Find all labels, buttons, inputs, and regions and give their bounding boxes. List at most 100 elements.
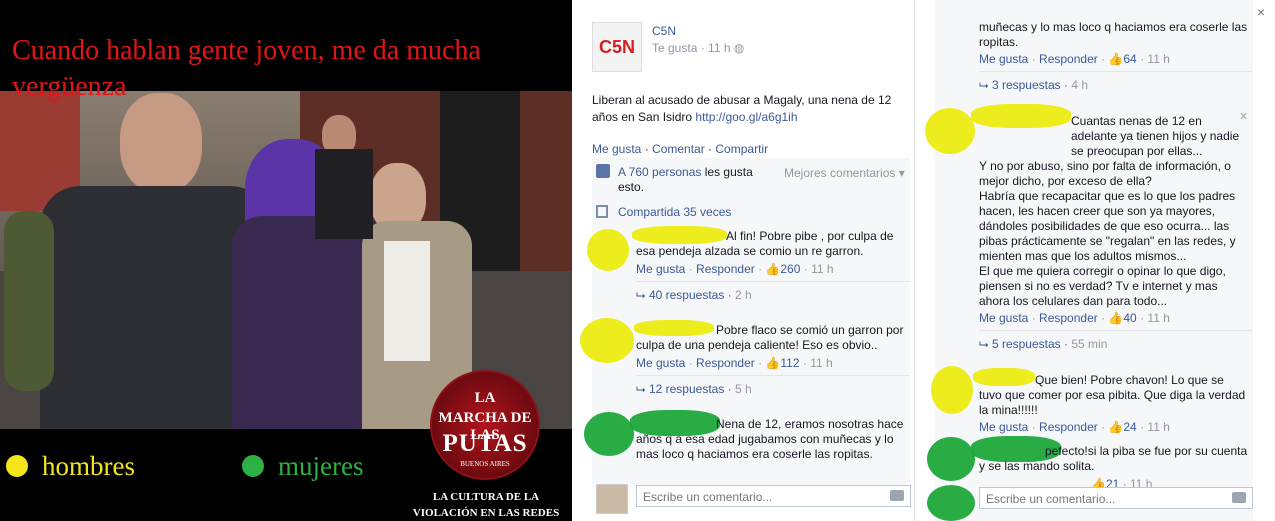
comment-reply-button[interactable]: Responder	[1039, 52, 1098, 66]
legend-mujeres-label: mujeres	[278, 451, 364, 481]
comment-text: Al fin! Pobre pibe , por culpa de esa pe…	[636, 229, 906, 259]
comment-time[interactable]: 11 h	[810, 356, 832, 370]
comment-text: Cuantas nenas de 12 en adelante ya tiene…	[979, 114, 1249, 309]
comment-actions: Me gusta · Responder · 👍64 · 11 h	[979, 52, 1170, 66]
marcha-logo: LA MARCHA DE LAS PUTAS BUENOS AIRES	[430, 370, 540, 480]
comment-body-4: El que me quiera corregir o opinar lo qu…	[979, 264, 1226, 308]
yellow-censor-blob	[580, 318, 634, 363]
comment-reply-button[interactable]: Responder	[696, 356, 755, 370]
comments-panel: × muñecas y lo mas loco q haciamos era c…	[914, 0, 1275, 521]
comment-input[interactable]: Escribe un comentario...	[636, 485, 911, 507]
comment-like-button[interactable]: Me gusta	[636, 356, 685, 370]
meme-headline: Cuando hablan gente joven, me da mucha v…	[12, 35, 481, 102]
page-avatar[interactable]: C5N	[592, 22, 642, 72]
close-icon[interactable]: ×	[1257, 4, 1265, 20]
comment-like-button[interactable]: Me gusta	[979, 311, 1028, 325]
green-censor-blob	[927, 437, 975, 481]
comment-button[interactable]: Comentar	[652, 142, 705, 156]
comment-time[interactable]: 11 h	[1147, 52, 1169, 66]
thumbs-up-small-icon: 👍	[1108, 420, 1124, 434]
comment-actions: Me gusta · Responder · 👍260 · 11 h	[636, 262, 834, 276]
reply-arrow-icon: ⮡	[979, 78, 989, 92]
comment-like-button[interactable]: Me gusta	[979, 52, 1028, 66]
green-censor-blob	[927, 485, 975, 521]
comment-body: muñecas y lo mas loco q haciamos era cos…	[979, 20, 1248, 49]
replies-link[interactable]: ⮡ 12 respuestas · 5 h	[636, 375, 910, 397]
replies-time: 55 min	[1071, 337, 1108, 351]
yellow-censor-blob	[925, 108, 975, 154]
post-link[interactable]: http://goo.gl/a6g1ih	[695, 110, 797, 124]
comment-likes[interactable]: 40	[1123, 311, 1136, 325]
liked-label: Te gusta	[652, 41, 698, 55]
likes-count[interactable]: A 760 personas	[618, 165, 701, 179]
logo-line4: BUENOS AIRES	[460, 460, 510, 468]
comment-time[interactable]: 11 h	[1147, 420, 1169, 434]
meme-caption: LA CULTURA DE LA VIOLACIÓN EN LAS REDES …	[412, 491, 560, 519]
comment-actions: Me gusta · Responder · 👍112 · 11 h	[636, 356, 833, 370]
replies-count: 40 respuestas	[648, 288, 725, 302]
comment-reply-button[interactable]: Responder	[1039, 420, 1098, 434]
logo-line3: PUTAS	[442, 430, 528, 457]
user-avatar	[596, 484, 628, 514]
camera-icon[interactable]	[890, 490, 904, 501]
comment-actions: Me gusta · Responder · 👍40 · 11 h	[979, 311, 1170, 325]
logo-line1: LA	[474, 390, 496, 406]
comment-lead	[636, 417, 716, 431]
post-meta: Te gusta · 11 h ◍	[652, 41, 745, 55]
comment-text: Que bien! Pobre chavon! Lo que se tuvo q…	[979, 373, 1249, 418]
comment-lead	[979, 444, 1045, 458]
legend-hombres: hombres	[6, 451, 135, 482]
comment-body-2: Y no por abuso, sino por falta de inform…	[979, 159, 1231, 188]
shares-count[interactable]: Compartida 35 veces	[618, 205, 731, 219]
comment-like-button[interactable]: Me gusta	[636, 262, 685, 276]
meme-image: Cuando hablan gente joven, me da mucha v…	[0, 0, 572, 521]
comment-time[interactable]: 11 h	[1147, 311, 1169, 325]
camera-icon[interactable]	[1232, 492, 1246, 503]
comment-like-button[interactable]: Me gusta	[979, 420, 1028, 434]
replies-count: 5 respuestas	[991, 337, 1061, 351]
page-name[interactable]: C5N	[652, 24, 676, 38]
legend-hombres-label: hombres	[42, 451, 135, 481]
green-censor-blob	[584, 412, 634, 456]
comment-input[interactable]: Escribe un comentario...	[979, 487, 1253, 509]
comment-reply-button[interactable]: Responder	[1039, 311, 1098, 325]
comment-body: Cuantas nenas de 12 en adelante ya tiene…	[1071, 114, 1240, 158]
comment-placeholder: Escribe un comentario...	[643, 490, 773, 504]
comment-likes[interactable]: 260	[780, 262, 800, 276]
comment-reply-button[interactable]: Responder	[696, 262, 755, 276]
replies-count: 3 respuestas	[991, 78, 1061, 92]
best-comments-dropdown[interactable]: Mejores comentarios ▾	[784, 166, 905, 180]
comment-text: pefecto!si la piba se fue por su cuenta …	[979, 444, 1249, 474]
share-button[interactable]: Compartir	[715, 142, 768, 156]
thumbs-up-small-icon: 👍	[765, 356, 781, 370]
like-button[interactable]: Me gusta	[592, 142, 641, 156]
yellow-censor-blob	[931, 366, 973, 414]
comment-time[interactable]: 11 h	[811, 262, 833, 276]
thumbs-up-small-icon: 👍	[1108, 52, 1124, 66]
yellow-dot-icon	[6, 455, 28, 477]
replies-link[interactable]: ⮡ 3 respuestas · 4 h	[979, 71, 1253, 93]
thumbs-up-icon	[596, 164, 610, 178]
thumbs-up-small-icon: 👍	[1108, 311, 1124, 325]
facebook-post: C5N C5N Te gusta · 11 h ◍ Liberan al acu…	[572, 0, 914, 521]
yellow-censor-blob	[587, 229, 629, 271]
best-comments-label: Mejores comentarios	[784, 166, 896, 180]
replies-count: 12 respuestas	[648, 382, 725, 396]
replies-link[interactable]: ⮡ 40 respuestas · 2 h	[636, 281, 910, 303]
reply-arrow-icon: ⮡	[979, 337, 989, 351]
green-dot-icon	[242, 455, 264, 477]
replies-link[interactable]: ⮡ 5 respuestas · 55 min	[979, 330, 1253, 352]
post-actions: Me gusta · Comentar · Compartir	[592, 142, 769, 156]
reply-arrow-icon: ⮡	[636, 382, 646, 396]
comment-likes[interactable]: 24	[1123, 420, 1136, 434]
post-time[interactable]: 11 h	[708, 41, 730, 55]
thumbs-up-small-icon: 👍	[765, 262, 781, 276]
comment-text: Nena de 12, eramos nosotras hace años q …	[636, 417, 906, 462]
comment-likes[interactable]: 64	[1123, 52, 1136, 66]
comment-likes[interactable]: 112	[780, 356, 799, 370]
reply-arrow-icon: ⮡	[636, 288, 646, 302]
caret-down-icon: ▾	[898, 166, 905, 180]
comment-placeholder: Escribe un comentario...	[986, 492, 1116, 506]
post-body: Liberan al acusado de abusar a Magaly, u…	[592, 92, 912, 126]
comment-lead: Al fin!	[726, 229, 757, 243]
